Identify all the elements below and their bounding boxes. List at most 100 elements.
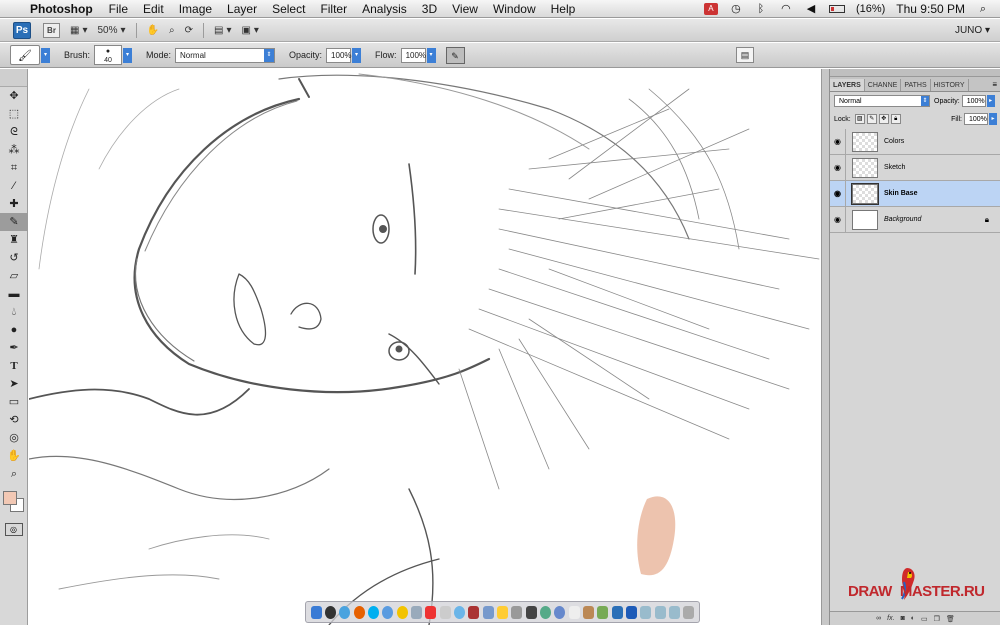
opacity-slider-button[interactable]: ▾ bbox=[352, 47, 362, 63]
menu-help[interactable]: Help bbox=[551, 2, 576, 16]
brush-picker[interactable]: ● 40 bbox=[94, 45, 123, 65]
time-machine-icon[interactable]: ◷ bbox=[729, 3, 743, 15]
tab-history[interactable]: HISTORY bbox=[931, 79, 969, 91]
layer-opacity-slider-button[interactable]: ▸ bbox=[986, 95, 995, 107]
hand-tool-icon[interactable]: ✋ bbox=[0, 447, 28, 465]
finder-icon[interactable] bbox=[310, 605, 322, 619]
quick-selection-tool-icon[interactable]: ⁂ bbox=[0, 141, 28, 159]
safari-icon[interactable] bbox=[339, 605, 351, 619]
visibility-eye-icon[interactable]: ◉ bbox=[830, 154, 846, 181]
volume-icon[interactable]: ◀︎ bbox=[804, 3, 818, 15]
applications-folder-icon[interactable] bbox=[640, 605, 652, 619]
trash-icon[interactable]: 🗑︎ bbox=[946, 615, 955, 623]
visibility-eye-icon[interactable]: ◉ bbox=[830, 128, 846, 155]
menu-image[interactable]: Image bbox=[179, 2, 212, 16]
brush-tool-icon[interactable]: ✎ bbox=[0, 213, 28, 231]
fill-field[interactable]: 100% bbox=[964, 113, 988, 125]
tab-paths[interactable]: PATHS bbox=[901, 79, 931, 91]
lock-image-icon[interactable]: ✎ bbox=[866, 114, 877, 124]
marquee-tool-icon[interactable]: ⬚ bbox=[0, 105, 28, 123]
documents-folder-icon[interactable] bbox=[654, 605, 666, 619]
crop-tool-icon[interactable]: ⌗ bbox=[0, 159, 28, 177]
airbrush-toggle[interactable]: ✎ bbox=[445, 46, 465, 64]
view-extras-button[interactable]: ▦ ▾ bbox=[70, 25, 87, 36]
lock-all-icon[interactable]: 🔒︎ bbox=[890, 114, 901, 124]
menu-view[interactable]: View bbox=[452, 2, 478, 16]
toolbox-grip[interactable] bbox=[0, 69, 27, 87]
firefox-icon[interactable] bbox=[353, 605, 365, 619]
fill-slider-button[interactable]: ▸ bbox=[989, 113, 997, 125]
visibility-eye-icon[interactable]: ◉ bbox=[830, 206, 846, 233]
gradient-tool-icon[interactable]: ▬ bbox=[0, 285, 28, 303]
ical-icon[interactable] bbox=[425, 605, 437, 619]
mail-icon[interactable] bbox=[410, 605, 422, 619]
opacity-field[interactable]: 100% bbox=[326, 47, 352, 63]
layer-row-background[interactable]: ◉ Background 🔒︎ bbox=[830, 206, 1000, 233]
menu-select[interactable]: Select bbox=[272, 2, 305, 16]
foreground-color-swatch[interactable] bbox=[3, 491, 17, 505]
pen-tool-icon[interactable]: ✒ bbox=[0, 339, 28, 357]
3d-rotate-tool-icon[interactable]: ⟲ bbox=[0, 411, 28, 429]
photoshop-dock-icon[interactable] bbox=[611, 605, 623, 619]
workspace-switcher[interactable]: JUNO ▾ bbox=[955, 25, 990, 36]
messenger-icon[interactable] bbox=[554, 605, 566, 619]
app-menu[interactable]: Photoshop bbox=[30, 2, 93, 16]
textedit-icon[interactable] bbox=[568, 605, 580, 619]
layer-row-sketch[interactable]: ◉ Sketch bbox=[830, 154, 1000, 181]
menu-filter[interactable]: Filter bbox=[320, 2, 347, 16]
itunes-icon[interactable] bbox=[453, 605, 465, 619]
move-tool-icon[interactable]: ✥ bbox=[0, 87, 28, 105]
tool-preset-arrow[interactable]: ▾ bbox=[41, 47, 50, 63]
network-icon[interactable] bbox=[525, 605, 537, 619]
trash-icon[interactable] bbox=[683, 605, 695, 619]
layer-row-skin-base[interactable]: ◉ Skin Base bbox=[830, 180, 1000, 207]
lasso-tool-icon[interactable]: ᘓ bbox=[0, 123, 28, 141]
eyedropper-tool-icon[interactable]: ⁄ bbox=[0, 177, 28, 195]
document-canvas[interactable] bbox=[29, 69, 828, 625]
archive-icon[interactable] bbox=[582, 605, 594, 619]
lock-transparent-icon[interactable]: ▨ bbox=[854, 114, 865, 124]
link-icon[interactable]: ∞ bbox=[876, 615, 881, 622]
panel-grip[interactable] bbox=[830, 69, 1000, 77]
layer-opacity-field[interactable]: 100% bbox=[961, 95, 986, 107]
hand-tool-button[interactable]: ✋ bbox=[147, 25, 159, 36]
adjustment-icon[interactable]: ◐ bbox=[911, 615, 915, 622]
zoom-level-dropdown[interactable]: 50% ▾ bbox=[97, 25, 125, 36]
menu-window[interactable]: Window bbox=[493, 2, 536, 16]
tab-layers[interactable]: LAYERS bbox=[830, 79, 865, 91]
zoom-tool-button[interactable]: ⌕ bbox=[169, 25, 175, 36]
brush-panel-toggle[interactable]: ▤ bbox=[736, 47, 754, 63]
dashboard-icon[interactable] bbox=[324, 605, 336, 619]
menu-layer[interactable]: Layer bbox=[227, 2, 257, 16]
menu-edit[interactable]: Edit bbox=[143, 2, 164, 16]
globe-icon[interactable] bbox=[539, 605, 551, 619]
arrange-documents-button[interactable]: ▤ ▾ bbox=[214, 25, 231, 36]
panel-dock-strip[interactable] bbox=[821, 69, 829, 625]
blend-mode-select[interactable]: Normal ⇕ bbox=[834, 95, 930, 107]
path-selection-tool-icon[interactable]: ➤ bbox=[0, 375, 28, 393]
flow-slider-button[interactable]: ▾ bbox=[426, 47, 436, 63]
clock[interactable]: Thu 9:50 PM bbox=[896, 2, 965, 16]
mask-icon[interactable]: ◙ bbox=[901, 615, 905, 622]
menu-3d[interactable]: 3D bbox=[422, 2, 437, 16]
fx-icon[interactable]: fx. bbox=[887, 615, 894, 622]
brush-picker-arrow[interactable]: ▾ bbox=[123, 47, 133, 63]
zoom-tool-icon[interactable]: ⌕ bbox=[0, 465, 28, 483]
rectangle-tool-icon[interactable]: ▭ bbox=[0, 393, 28, 411]
flow-field[interactable]: 100% bbox=[400, 47, 426, 63]
menu-file[interactable]: File bbox=[109, 2, 128, 16]
rotate-view-button[interactable]: ⟳ bbox=[185, 25, 193, 36]
star-app-icon[interactable] bbox=[496, 605, 508, 619]
ichat-icon[interactable] bbox=[382, 605, 394, 619]
app-store-icon[interactable] bbox=[625, 605, 637, 619]
books-icon[interactable] bbox=[597, 605, 609, 619]
tab-channels[interactable]: CHANNE bbox=[865, 79, 902, 91]
group-icon[interactable]: ▭ bbox=[921, 615, 928, 623]
eraser-tool-icon[interactable]: ▱ bbox=[0, 267, 28, 285]
skype-icon[interactable] bbox=[367, 605, 379, 619]
type-tool-icon[interactable]: T bbox=[0, 357, 28, 375]
adobe-icon[interactable]: A bbox=[703, 2, 718, 15]
preview-icon[interactable] bbox=[439, 605, 451, 619]
history-brush-tool-icon[interactable]: ↺ bbox=[0, 249, 28, 267]
menu-analysis[interactable]: Analysis bbox=[362, 2, 407, 16]
